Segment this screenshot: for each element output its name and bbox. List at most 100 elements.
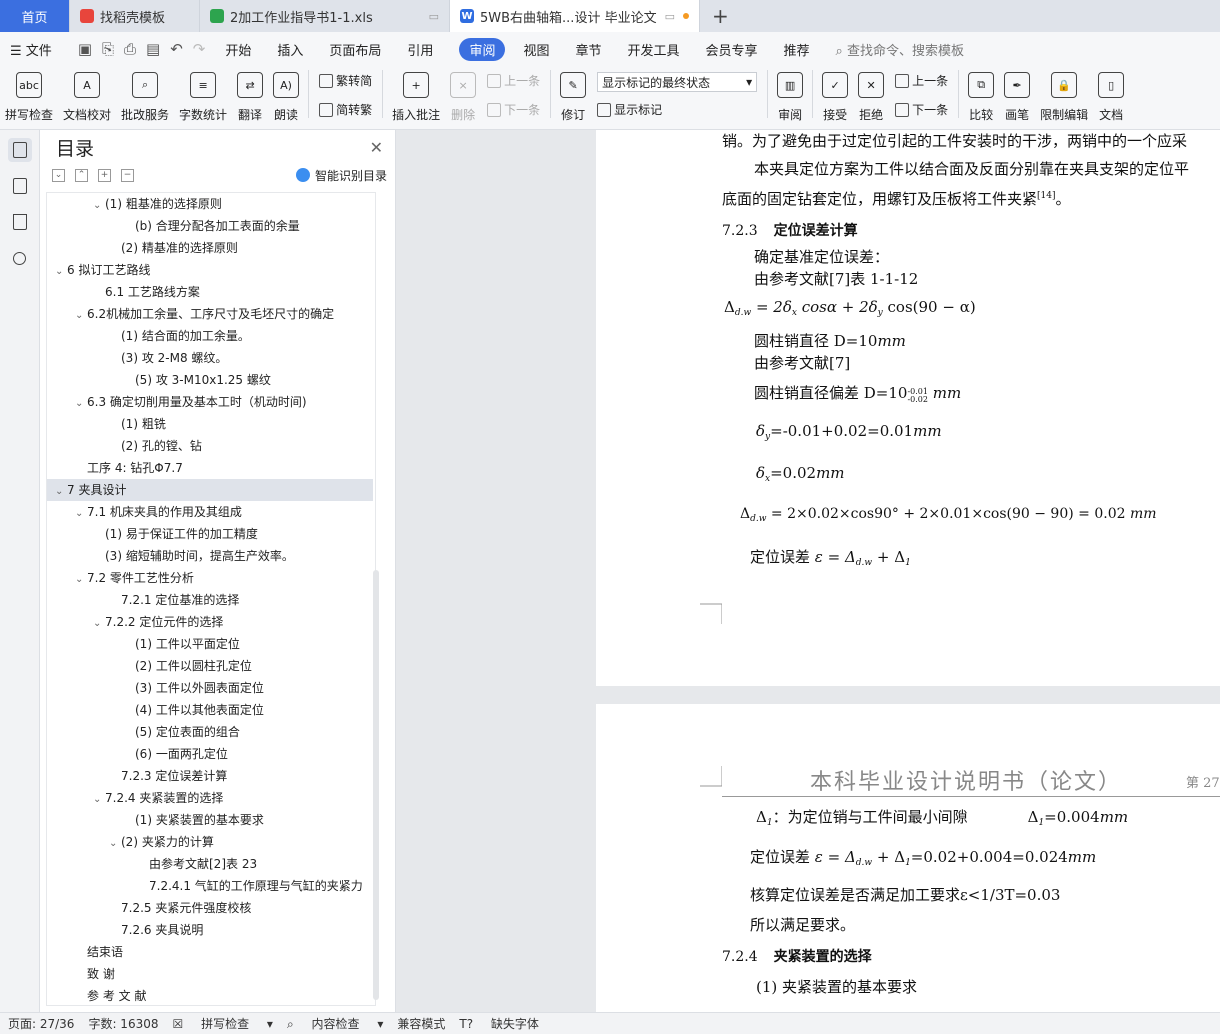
bookmark-pane-button[interactable]	[8, 210, 32, 234]
toc-item[interactable]: (2) 精基准的选择原则	[47, 237, 375, 259]
reject-button[interactable]: ✕ 拒绝	[853, 70, 889, 123]
accept-button[interactable]: ✓ 接受	[817, 70, 853, 123]
prev-change-button[interactable]: 上一条	[895, 72, 948, 89]
export-icon[interactable]: ⎘	[102, 40, 114, 58]
undo-icon[interactable]: ↶	[170, 40, 183, 58]
tab-template[interactable]: 找稻壳模板	[70, 0, 200, 32]
toc-item[interactable]: (1) 结合面的加工余量。	[47, 325, 375, 347]
toc-item[interactable]: (1) 夹紧装置的基本要求	[47, 809, 375, 831]
chevron-down-icon[interactable]: ⌄	[75, 569, 87, 589]
toc-item[interactable]: ⌄ (2) 夹紧力的计算	[47, 831, 375, 853]
restrict-edit-button[interactable]: 🔒 限制编辑	[1035, 70, 1093, 123]
toc-scrollbar[interactable]	[373, 570, 379, 1000]
content-check-toggle[interactable]: ⌕ 内容检查 ▾	[287, 1015, 383, 1032]
document-page[interactable]: 销。为了避免由于过定位引起的工件安装时的干涉，两销中的一个应采 本夹具定位方案为…	[596, 130, 1220, 686]
toc-item[interactable]: (b) 合理分配各加工表面的余量	[47, 215, 375, 237]
toc-item[interactable]: ⌄ 7.2.2 定位元件的选择	[47, 611, 375, 633]
toc-item[interactable]: 结束语	[47, 941, 375, 963]
next-change-button[interactable]: 下一条	[895, 101, 948, 118]
page-indicator[interactable]: 页面: 27/36	[8, 1015, 74, 1032]
toc-item[interactable]: (5) 定位表面的组合	[47, 721, 375, 743]
compat-mode[interactable]: 兼容模式	[397, 1015, 445, 1032]
chevron-down-icon[interactable]: ⌄	[93, 195, 105, 215]
insert-comment-button[interactable]: + 插入批注	[387, 70, 445, 123]
expand-plus-icon[interactable]: +	[98, 168, 111, 182]
toc-item[interactable]: ⌄ 7 夹具设计	[47, 479, 373, 501]
toc-item[interactable]: ⌄ 6.3 确定切削用量及基本工时（机动时间)	[47, 391, 375, 413]
toc-item[interactable]: (3) 工件以外圆表面定位	[47, 677, 375, 699]
document-page[interactable]: 本科毕业设计说明书（论文） 第 27 Δ1：为定位销与工件间最小间隙 Δ1=0.0…	[596, 704, 1220, 1012]
toc-item[interactable]: (6) 一面两孔定位	[47, 743, 375, 765]
delete-comment-button[interactable]: × 删除	[445, 70, 481, 123]
chevron-down-icon[interactable]: ⌄	[93, 613, 105, 633]
expand-up-icon[interactable]: ⌃	[75, 168, 88, 182]
toc-item[interactable]: 7.2.5 夹紧元件强度校核	[47, 897, 375, 919]
save-icon[interactable]: ▣	[78, 40, 92, 58]
review-pane-button[interactable]: ▥ 审阅	[772, 70, 808, 123]
menu-start[interactable]: 开始	[225, 40, 251, 59]
toc-item[interactable]: 7.2.4.1 气缸的工作原理与气缸的夹紧力	[47, 875, 375, 897]
chevron-down-icon[interactable]: ⌄	[75, 305, 87, 325]
toc-pane-button[interactable]	[7, 138, 32, 162]
toc-item[interactable]: ⌄ 6.2机械加工余量、工序尺寸及毛坯尺寸的确定	[47, 303, 375, 325]
chevron-down-icon[interactable]: ⌄	[75, 503, 87, 523]
toc-item[interactable]: (1) 易于保证工件的加工精度	[47, 523, 375, 545]
toc-item[interactable]: ⌄ 6 拟订工艺路线	[47, 259, 375, 281]
smart-toc-button[interactable]: 智能识别目录	[295, 167, 387, 184]
menu-references[interactable]: 引用	[407, 40, 433, 59]
toc-item[interactable]: (5) 攻 3-M10x1.25 螺纹	[47, 369, 375, 391]
prev-comment-button[interactable]: 上一条	[487, 72, 540, 89]
spell-check-button[interactable]: abc 拼写检查	[0, 70, 58, 123]
menu-view[interactable]: 视图	[523, 40, 549, 59]
doc-proof-button[interactable]: A 文档校对	[58, 70, 116, 123]
redo-icon[interactable]: ↷	[193, 40, 206, 58]
tab-home[interactable]: 首页	[0, 0, 70, 32]
chapter-pane-button[interactable]	[8, 174, 32, 198]
toc-item[interactable]: (2) 工件以圆柱孔定位	[47, 655, 375, 677]
menu-developer[interactable]: 开发工具	[627, 40, 679, 59]
toc-item[interactable]: ⌄ 7.2.4 夹紧装置的选择	[47, 787, 375, 809]
toc-item[interactable]: (3) 缩短辅助时间，提高生产效率。	[47, 545, 375, 567]
new-tab-button[interactable]: +	[700, 0, 741, 32]
file-menu[interactable]: ☰ 文件	[10, 40, 52, 59]
word-count-button[interactable]: ≡ 字数统计	[174, 70, 232, 123]
toc-item[interactable]: (1) 粗铣	[47, 413, 375, 435]
menu-review[interactable]: 审阅	[459, 37, 506, 61]
toc-item[interactable]: 6.1 工艺路线方案	[47, 281, 375, 303]
toc-item[interactable]: ⌄ 7.2 零件工艺性分析	[47, 567, 375, 589]
toc-item[interactable]: 7.2.6 夹具说明	[47, 919, 375, 941]
preview-icon[interactable]: ▤	[146, 40, 160, 58]
print-icon[interactable]: ⎙	[124, 40, 136, 58]
compare-button[interactable]: ⧉ 比较	[963, 70, 999, 123]
menu-layout[interactable]: 页面布局	[329, 40, 381, 59]
toc-item[interactable]: (3) 攻 2-M8 螺纹。	[47, 347, 375, 369]
close-icon[interactable]: ✕	[370, 138, 383, 157]
collapse-all-icon[interactable]: ⌄	[52, 168, 65, 182]
markup-state-select[interactable]: 显示标记的最终状态 ▾	[597, 72, 758, 92]
chevron-down-icon[interactable]: ⌄	[109, 833, 121, 853]
toc-item[interactable]: 7.2.1 定位基准的选择	[47, 589, 375, 611]
batch-service-button[interactable]: ⌕ 批改服务	[116, 70, 174, 123]
track-changes-button[interactable]: ✎ 修订	[555, 70, 591, 123]
toc-item[interactable]: (1) 工件以平面定位	[47, 633, 375, 655]
chevron-down-icon[interactable]: ⌄	[75, 393, 87, 413]
chevron-down-icon[interactable]: ⌄	[55, 261, 67, 281]
tab-document[interactable]: W 5WB右曲轴箱...设计 毕业论文 ▭	[450, 0, 700, 32]
toc-item[interactable]: (4) 工件以其他表面定位	[47, 699, 375, 721]
toc-item[interactable]: ⌄ 7.1 机床夹具的作用及其组成	[47, 501, 375, 523]
missing-font[interactable]: T? 缺失字体	[459, 1015, 553, 1032]
toc-item[interactable]: 致 谢	[47, 963, 375, 985]
menu-member[interactable]: 会员专享	[706, 40, 758, 59]
toc-item[interactable]: ⌄ (1) 粗基准的选择原则	[47, 193, 375, 215]
show-markup-button[interactable]: 显示标记	[597, 101, 757, 118]
trad-to-simp-button[interactable]: 繁转简	[319, 72, 372, 89]
doc-more-button[interactable]: ▯ 文档	[1093, 70, 1129, 123]
toc-item[interactable]: 7.2.3 定位误差计算	[47, 765, 375, 787]
toc-item[interactable]: 由参考文献[2]表 23	[47, 853, 375, 875]
menu-insert[interactable]: 插入	[277, 40, 303, 59]
chevron-down-icon[interactable]: ⌄	[93, 789, 105, 809]
ink-button[interactable]: ✒ 画笔	[999, 70, 1035, 123]
toc-item[interactable]: 参 考 文 献	[47, 985, 375, 1005]
translate-button[interactable]: ⇄ 翻译	[232, 70, 268, 123]
menu-section[interactable]: 章节	[575, 40, 601, 59]
